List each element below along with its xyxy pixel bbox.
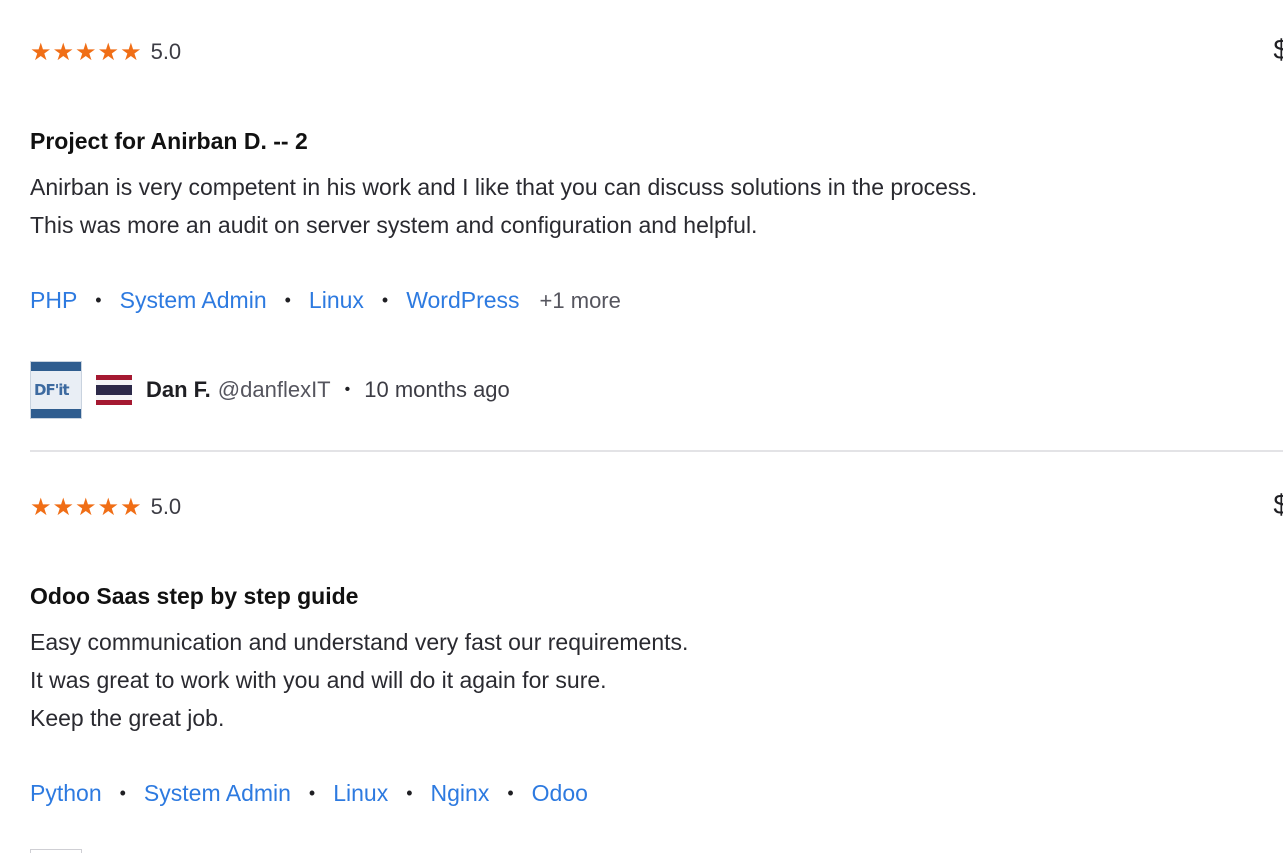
separator-dot: • xyxy=(507,783,514,803)
review-text-line: Easy communication and understand very f… xyxy=(30,629,689,655)
separator-dot: • xyxy=(344,381,351,398)
skill-tag-linux[interactable]: Linux xyxy=(333,780,388,807)
rating: ★ ★ ★ ★ ★ 5.0 xyxy=(30,37,181,67)
skill-tag-php[interactable]: PHP xyxy=(30,287,77,314)
star-icon: ★ xyxy=(75,493,97,521)
star-icon: ★ xyxy=(120,493,142,521)
more-skills-link[interactable]: +1 more xyxy=(540,288,621,314)
avatar-logo: DF'it xyxy=(34,381,70,399)
skill-tags: PHP • System Admin • Linux • WordPress +… xyxy=(30,287,621,314)
review-timestamp: 10 months ago xyxy=(364,377,510,402)
separator-dot: • xyxy=(406,783,413,803)
review-title: Odoo Saas step by step guide xyxy=(30,583,359,609)
review-text-line: This was more an audit on server system … xyxy=(30,212,758,238)
rating: ★ ★ ★ ★ ★ 5.0 xyxy=(30,492,181,522)
separator-dot: • xyxy=(381,290,389,310)
star-icon: ★ xyxy=(120,38,142,66)
star-icon: ★ xyxy=(75,38,97,66)
separator-dot: • xyxy=(308,783,316,803)
rating-score: 5.0 xyxy=(150,39,182,64)
star-icon: ★ xyxy=(30,493,52,521)
rating-score: 5.0 xyxy=(150,494,182,519)
skill-tag-odoo[interactable]: Odoo xyxy=(532,780,588,807)
skill-tag-wordpress[interactable]: WordPress xyxy=(406,287,519,314)
star-icon: ★ xyxy=(30,38,52,66)
review-title: Project for Anirban D. -- 2 xyxy=(30,128,308,154)
skill-tag-nginx[interactable]: Nginx xyxy=(431,780,490,807)
reviewer-info: DF'it Dan F. @danflexIT • 10 months ago xyxy=(30,360,510,420)
reviewer-name[interactable]: Dan F. xyxy=(146,377,211,403)
earnings-amount-partial: $ xyxy=(1273,489,1283,520)
avatar[interactable]: DF'it xyxy=(30,361,82,419)
review-card: ★ ★ ★ ★ ★ 5.0 $ Project for Anirban D. -… xyxy=(0,0,1283,450)
separator-dot: • xyxy=(95,290,102,310)
star-icon: ★ xyxy=(97,493,120,521)
review-card: ★ ★ ★ ★ ★ 5.0 $ Odoo Saas step by step g… xyxy=(0,452,1283,853)
skill-tag-python[interactable]: Python xyxy=(30,780,102,807)
star-rating: ★ ★ ★ ★ ★ xyxy=(30,40,142,64)
avatar[interactable] xyxy=(30,849,82,853)
skill-tag-linux[interactable]: Linux xyxy=(309,287,364,314)
separator-dot: • xyxy=(284,290,291,310)
earnings-amount-partial: $ xyxy=(1273,34,1283,65)
star-icon: ★ xyxy=(52,493,75,521)
reviewer-handle[interactable]: @danflexIT xyxy=(218,377,331,403)
review-text-line: It was great to work with you and will d… xyxy=(30,667,607,693)
thailand-flag-icon xyxy=(96,375,132,405)
skill-tag-system-admin[interactable]: System Admin xyxy=(144,780,291,807)
separator-dot: • xyxy=(119,783,126,803)
review-text-line: Anirban is very competent in his work an… xyxy=(30,174,978,200)
star-icon: ★ xyxy=(52,38,75,66)
skill-tag-system-admin[interactable]: System Admin xyxy=(120,287,267,314)
skill-tags: Python • System Admin • Linux • Nginx • … xyxy=(30,780,588,807)
star-rating: ★ ★ ★ ★ ★ xyxy=(30,495,142,519)
review-text-line: Keep the great job. xyxy=(30,705,225,731)
star-icon: ★ xyxy=(97,38,120,66)
